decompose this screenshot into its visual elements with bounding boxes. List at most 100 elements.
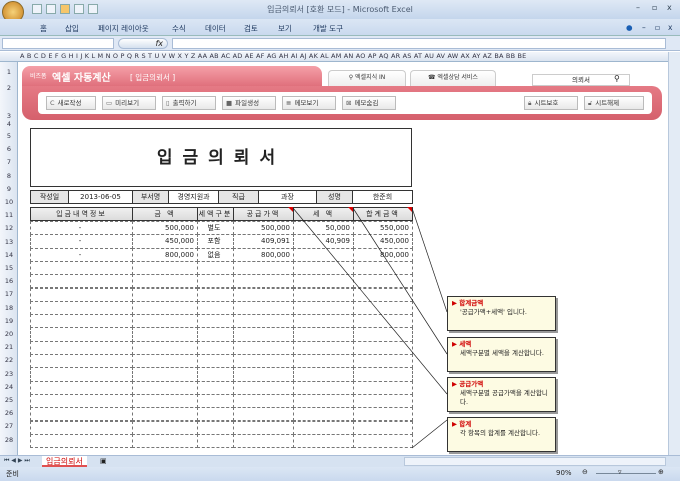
fx-button[interactable]: fx	[118, 38, 168, 49]
table-cell[interactable]	[293, 407, 354, 422]
table-cell[interactable]	[132, 300, 198, 316]
table-cell[interactable]: 50,000	[293, 221, 354, 236]
table-cell[interactable]	[197, 367, 234, 382]
row-number[interactable]: 13	[0, 238, 18, 246]
table-cell[interactable]	[293, 433, 354, 449]
table-cell[interactable]	[293, 420, 354, 435]
hide-memo-button[interactable]: ⊠ 메모숨김	[342, 96, 396, 110]
table-cell[interactable]	[233, 300, 294, 316]
table-cell[interactable]: 800,000	[233, 247, 294, 262]
table-cell[interactable]	[233, 380, 294, 395]
table-cell[interactable]	[30, 380, 133, 395]
table-cell[interactable]	[353, 433, 413, 449]
table-cell[interactable]	[233, 260, 294, 276]
row-number[interactable]: 14	[0, 251, 18, 259]
tab-developer[interactable]: 개발 도구	[313, 23, 343, 34]
table-cell[interactable]	[233, 314, 294, 329]
table-cell[interactable]	[132, 340, 198, 355]
table-cell[interactable]	[353, 260, 413, 276]
row-number[interactable]: 28	[0, 436, 18, 444]
table-cell[interactable]	[30, 393, 133, 409]
table-cell[interactable]	[197, 300, 234, 316]
search-icon[interactable]: ⚲	[614, 74, 620, 83]
table-cell[interactable]	[132, 287, 198, 302]
row-number[interactable]: 26	[0, 409, 18, 417]
table-cell[interactable]	[293, 393, 354, 409]
table-cell[interactable]	[30, 340, 133, 355]
table-cell[interactable]	[132, 260, 198, 276]
formula-input[interactable]	[172, 38, 666, 49]
table-cell[interactable]	[233, 433, 294, 449]
row-number[interactable]: 1	[0, 68, 18, 76]
vertical-scrollbar[interactable]	[668, 52, 680, 455]
column-headers[interactable]: A B C D E F G H I J K L M N O P Q R S T …	[0, 52, 668, 62]
row-number[interactable]: 2	[0, 84, 18, 92]
table-cell[interactable]	[293, 300, 354, 316]
table-cell[interactable]	[293, 287, 354, 302]
table-cell[interactable]	[30, 287, 133, 302]
table-cell[interactable]	[353, 274, 413, 289]
workbook-restore-button[interactable]: ▫	[655, 23, 660, 32]
close-button[interactable]: x	[667, 3, 672, 12]
table-cell[interactable]	[293, 274, 354, 289]
table-cell[interactable]	[353, 314, 413, 329]
row-number[interactable]: 15	[0, 264, 18, 272]
table-cell[interactable]	[293, 314, 354, 329]
table-cell[interactable]	[132, 367, 198, 382]
table-cell[interactable]	[197, 287, 234, 302]
table-cell[interactable]: 포함	[197, 234, 234, 249]
tab-data[interactable]: 데이터	[205, 23, 226, 34]
tab-home[interactable]: 홈	[40, 23, 47, 34]
table-cell[interactable]: 450,000	[353, 234, 413, 249]
table-cell[interactable]	[132, 407, 198, 422]
table-cell[interactable]	[30, 274, 133, 289]
table-cell[interactable]	[353, 327, 413, 342]
row-number[interactable]: 11	[0, 211, 18, 219]
table-cell[interactable]: 없음	[197, 247, 234, 262]
table-cell[interactable]: 800,000	[353, 247, 413, 262]
table-cell[interactable]	[132, 354, 198, 369]
row-number[interactable]: 24	[0, 383, 18, 391]
workbook-close-button[interactable]: x	[668, 23, 672, 32]
table-cell[interactable]	[30, 327, 133, 342]
table-cell[interactable]	[233, 420, 294, 435]
row-number[interactable]: 27	[0, 422, 18, 430]
table-cell[interactable]	[197, 340, 234, 355]
help-icon[interactable]: ●	[626, 23, 633, 32]
table-cell[interactable]: 450,000	[132, 234, 198, 249]
table-cell[interactable]	[30, 420, 133, 435]
table-cell[interactable]	[353, 300, 413, 316]
table-cell[interactable]	[197, 433, 234, 449]
tab-view[interactable]: 보기	[278, 23, 292, 34]
tab-page-layout[interactable]: 페이지 레이아웃	[98, 23, 149, 34]
table-cell[interactable]	[353, 367, 413, 382]
table-cell[interactable]	[132, 420, 198, 435]
zoom-slider[interactable]	[596, 473, 656, 474]
minimize-button[interactable]: –	[636, 3, 640, 12]
protect-sheet-button[interactable]: 🔒︎ 시트보호	[524, 96, 578, 110]
table-cell[interactable]	[132, 314, 198, 329]
workbook-minimize-button[interactable]: –	[642, 23, 646, 32]
row-number[interactable]: 12	[0, 224, 18, 232]
sheet-tab-active[interactable]: 입금의뢰서	[42, 456, 87, 467]
table-cell[interactable]	[293, 340, 354, 355]
table-cell[interactable]: -	[30, 221, 133, 236]
table-cell[interactable]: 800,000	[132, 247, 198, 262]
tab-formulas[interactable]: 수식	[172, 23, 186, 34]
table-cell[interactable]	[30, 367, 133, 382]
row-number[interactable]: 4	[0, 120, 18, 128]
table-cell[interactable]	[233, 287, 294, 302]
print-button[interactable]: ▯ 출력하기	[162, 96, 216, 110]
tab-insert[interactable]: 삽입	[65, 23, 79, 34]
table-cell[interactable]	[30, 260, 133, 276]
table-cell[interactable]	[197, 420, 234, 435]
create-file-button[interactable]: ■ 파일생성	[222, 96, 276, 110]
table-cell[interactable]	[30, 433, 133, 449]
table-cell[interactable]	[30, 314, 133, 329]
horizontal-scrollbar[interactable]	[404, 457, 666, 466]
table-cell[interactable]: 550,000	[353, 221, 413, 236]
table-cell[interactable]	[132, 393, 198, 409]
table-cell[interactable]	[293, 354, 354, 369]
table-cell[interactable]	[353, 287, 413, 302]
table-cell[interactable]	[293, 260, 354, 276]
